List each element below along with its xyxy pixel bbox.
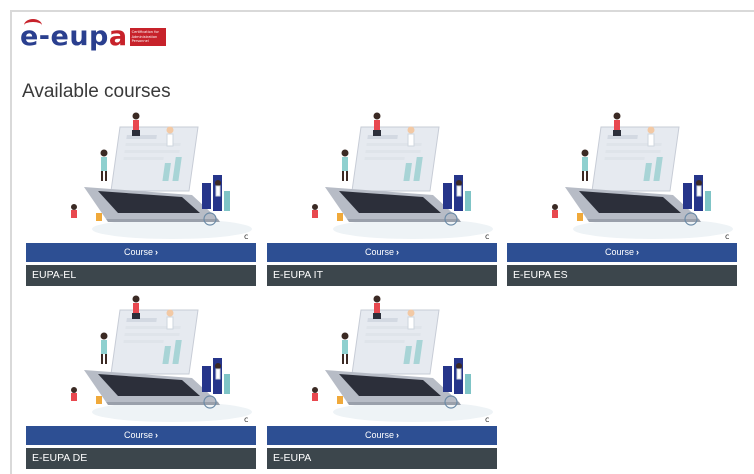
course-card[interactable]: c Course › EUPA-EL xyxy=(22,109,260,287)
svg-text:c: c xyxy=(485,415,489,424)
course-illustration[interactable]: c xyxy=(503,109,741,243)
course-button[interactable]: Course › xyxy=(26,243,256,262)
chevron-right-icon: › xyxy=(636,247,639,257)
course-button[interactable]: Course › xyxy=(267,243,497,262)
course-illustration[interactable]: c xyxy=(22,109,260,243)
course-title[interactable]: E-EUPA ES xyxy=(507,265,737,286)
course-title[interactable]: E-EUPA xyxy=(267,448,497,469)
course-title[interactable]: E-EUPA IT xyxy=(267,265,497,286)
course-card[interactable]: c Course › E-EUPA ES xyxy=(503,109,741,287)
svg-text:c: c xyxy=(244,415,248,424)
course-title[interactable]: EUPA-EL xyxy=(26,265,256,286)
course-illustration[interactable]: c xyxy=(263,109,501,243)
e-eupa-logo[interactable]: e-eupa Certification for Administration … xyxy=(20,19,166,52)
chevron-right-icon: › xyxy=(155,247,158,257)
chevron-right-icon: › xyxy=(396,430,399,440)
course-illustration[interactable]: c xyxy=(22,292,260,426)
course-button[interactable]: Course › xyxy=(507,243,737,262)
chevron-right-icon: › xyxy=(155,430,158,440)
course-illustration[interactable]: c xyxy=(263,292,501,426)
course-title[interactable]: E-EUPA DE xyxy=(26,448,256,469)
logo-badge: Certification for Administration Personn… xyxy=(129,28,166,46)
svg-text:c: c xyxy=(485,232,489,241)
course-card[interactable]: c Course › E-EUPA DE xyxy=(22,292,260,470)
chevron-right-icon: › xyxy=(396,247,399,257)
svg-text:c: c xyxy=(244,232,248,241)
course-button[interactable]: Course › xyxy=(26,426,256,445)
svg-text:c: c xyxy=(725,232,729,241)
course-card[interactable]: c Course › E-EUPA xyxy=(263,292,501,470)
course-card[interactable]: c Course › E-EUPA IT xyxy=(263,109,501,287)
course-button[interactable]: Course › xyxy=(267,426,497,445)
page-title: Available courses xyxy=(22,81,171,102)
logo-swoosh xyxy=(24,19,42,32)
